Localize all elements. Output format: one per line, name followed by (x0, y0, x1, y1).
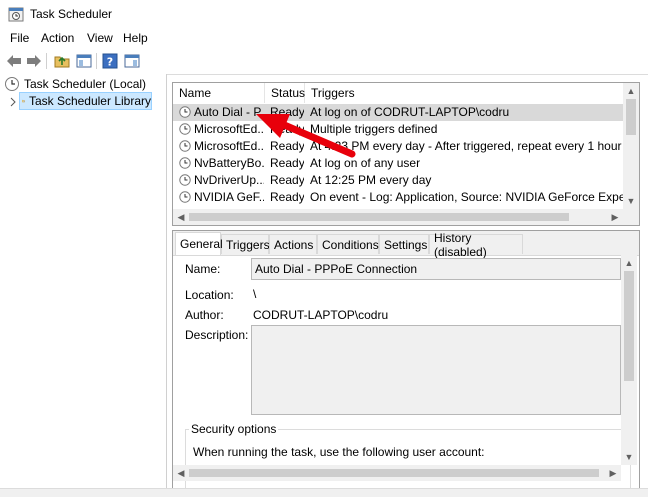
tab-settings[interactable]: Settings (379, 234, 429, 254)
back-arrow-icon[interactable] (4, 51, 24, 71)
table-row[interactable]: NvBatteryBo... Ready At log on of any us… (173, 155, 623, 172)
table-row[interactable]: NvDriverUp... Ready At 12:25 PM every da… (173, 172, 623, 189)
task-name: NvDriverUp... (194, 173, 264, 187)
task-clock-icon (179, 106, 191, 118)
table-row[interactable]: MicrosoftEd... Ready Multiple triggers d… (173, 121, 623, 138)
tree-item-library[interactable]: Task Scheduler Library (19, 92, 152, 110)
scroll-down-icon[interactable]: ▼ (624, 452, 634, 462)
table-row[interactable]: Auto Dial - P... Ready At log on of CODR… (173, 104, 623, 121)
tree-item-library-label: Task Scheduler Library (28, 94, 151, 108)
scroll-left-icon[interactable]: ◀ (176, 468, 186, 478)
security-options-title: Security options (189, 422, 279, 436)
menu-bar: File Action View Help (0, 28, 648, 48)
details-vertical-scrollbar[interactable]: ▲ ▼ (621, 255, 637, 465)
window-title: Task Scheduler (30, 7, 113, 21)
tab-triggers[interactable]: Triggers (221, 234, 270, 254)
scroll-thumb[interactable] (626, 99, 636, 135)
task-name: NVIDIA GeF... (194, 190, 264, 204)
task-clock-icon (179, 174, 191, 186)
menu-view[interactable]: View (87, 31, 113, 45)
task-clock-icon (179, 191, 191, 203)
scroll-thumb[interactable] (624, 271, 634, 381)
column-header-status[interactable]: Status (265, 83, 305, 103)
tree-item-root[interactable]: Task Scheduler (Local) (4, 76, 146, 92)
tree-item-root-label: Task Scheduler (Local) (24, 77, 147, 91)
title-bar: Task Scheduler (0, 0, 648, 29)
location-label: Location: (185, 288, 234, 302)
scroll-right-icon[interactable]: ▶ (610, 212, 620, 222)
name-label: Name: (185, 262, 221, 276)
tab-history[interactable]: History (disabled) (429, 231, 523, 259)
details-pane: General Triggers Actions Conditions Sett… (172, 230, 640, 490)
svg-text:?: ? (107, 56, 113, 69)
list-horizontal-scrollbar[interactable]: ◀ ▶ (173, 209, 623, 225)
task-clock-icon (179, 140, 191, 152)
table-row[interactable]: MicrosoftEd... Ready At 4:23 PM every da… (173, 138, 623, 155)
task-status: Ready (270, 190, 304, 204)
task-triggers: At 12:25 PM every day (310, 173, 432, 187)
table-row[interactable]: NVIDIA GeF... Ready On event - Log: Appl… (173, 189, 623, 206)
tab-conditions[interactable]: Conditions (317, 234, 379, 254)
task-clock-icon (179, 123, 191, 135)
properties-icon[interactable] (122, 51, 142, 71)
folder-up-icon[interactable] (52, 51, 72, 71)
scroll-thumb[interactable] (189, 213, 569, 221)
task-triggers: On event - Log: Application, Source: NVI… (310, 190, 623, 204)
expand-chevron-icon[interactable] (8, 96, 18, 107)
scroll-right-icon[interactable]: ▶ (608, 468, 618, 478)
description-field[interactable] (251, 325, 621, 415)
task-status: Ready (270, 173, 304, 187)
author-value: CODRUT-LAPTOP\codru (253, 308, 389, 322)
menu-help[interactable]: Help (123, 31, 148, 45)
task-list: Name Status Triggers Auto Dial - P... Re… (172, 82, 640, 226)
forward-arrow-icon[interactable] (24, 51, 44, 71)
tab-actions[interactable]: Actions (269, 234, 317, 254)
scroll-down-icon[interactable]: ▼ (626, 196, 636, 206)
author-label: Author: (185, 308, 224, 322)
toolbar: ? (0, 48, 648, 75)
column-header-name[interactable]: Name (173, 83, 265, 103)
scroll-up-icon[interactable]: ▲ (624, 258, 634, 268)
tab-general[interactable]: General (175, 232, 223, 255)
menu-file[interactable]: File (10, 31, 29, 45)
annotation-arrow-icon (256, 114, 356, 158)
scroll-thumb[interactable] (189, 469, 599, 477)
task-clock-icon (179, 157, 191, 169)
list-vertical-scrollbar[interactable]: ▲ ▼ (623, 83, 639, 209)
task-scheduler-app-icon (8, 7, 24, 22)
column-header-triggers[interactable]: Triggers (305, 83, 623, 103)
navigation-tree: Task Scheduler (Local) Task Scheduler Li… (0, 74, 167, 488)
folder-icon (22, 99, 25, 103)
menu-action[interactable]: Action (41, 31, 74, 45)
scroll-left-icon[interactable]: ◀ (176, 212, 186, 222)
details-tabs: General Triggers Actions Conditions Sett… (173, 231, 639, 259)
show-hide-pane-icon[interactable] (74, 51, 94, 71)
clock-icon (5, 77, 19, 91)
description-label: Description: (185, 328, 249, 342)
help-icon[interactable]: ? (100, 51, 120, 71)
details-horizontal-scrollbar[interactable]: ◀ ▶ (173, 465, 621, 481)
location-value: \ (253, 287, 257, 301)
security-options-text: When running the task, use the following… (193, 445, 485, 459)
scroll-up-icon[interactable]: ▲ (626, 86, 636, 96)
name-field[interactable]: Auto Dial - PPPoE Connection (251, 258, 621, 280)
